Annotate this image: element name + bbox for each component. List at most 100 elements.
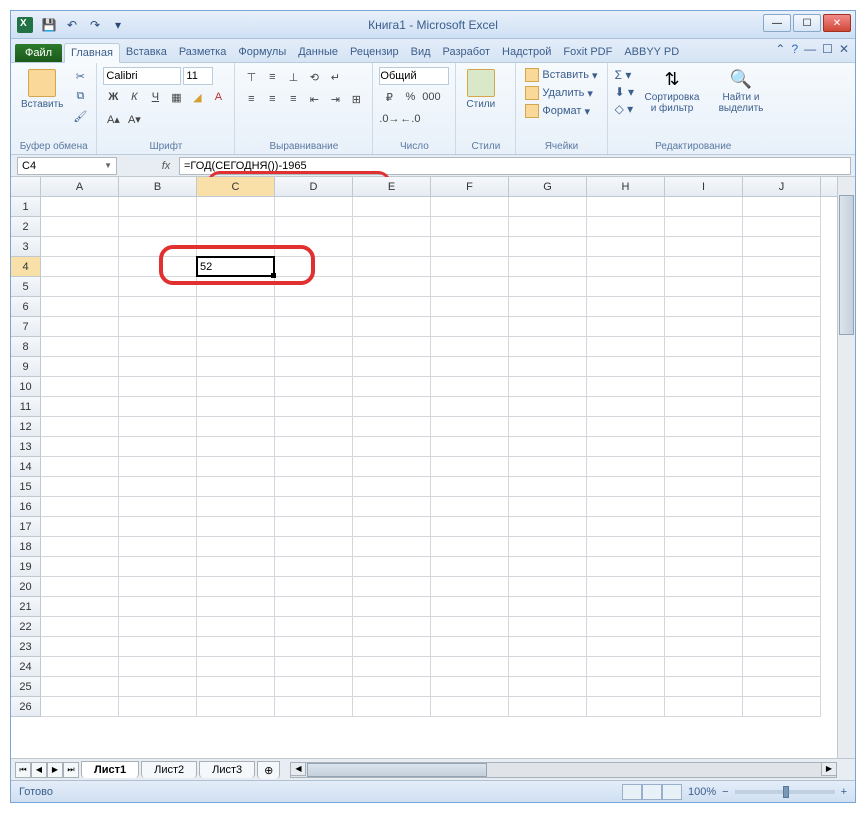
cell-I26[interactable]: [665, 697, 743, 717]
cell-I5[interactable]: [665, 277, 743, 297]
cell-G14[interactable]: [509, 457, 587, 477]
close-button[interactable]: ✕: [823, 14, 851, 32]
zoom-out-button[interactable]: −: [722, 786, 728, 798]
cell-C17[interactable]: [197, 517, 275, 537]
cell-I9[interactable]: [665, 357, 743, 377]
cell-I3[interactable]: [665, 237, 743, 257]
cell-D7[interactable]: [275, 317, 353, 337]
cell-E9[interactable]: [353, 357, 431, 377]
cell-I10[interactable]: [665, 377, 743, 397]
row-header-23[interactable]: 23: [11, 637, 41, 657]
cell-B17[interactable]: [119, 517, 197, 537]
clear-button[interactable]: ◇ ▾: [614, 101, 635, 117]
cell-J5[interactable]: [743, 277, 821, 297]
cell-B11[interactable]: [119, 397, 197, 417]
cell-E13[interactable]: [353, 437, 431, 457]
cell-A19[interactable]: [41, 557, 119, 577]
cell-D26[interactable]: [275, 697, 353, 717]
cell-A3[interactable]: [41, 237, 119, 257]
orientation-button[interactable]: ⟲: [304, 67, 324, 87]
row-header-14[interactable]: 14: [11, 457, 41, 477]
cell-G7[interactable]: [509, 317, 587, 337]
cell-J22[interactable]: [743, 617, 821, 637]
cell-J2[interactable]: [743, 217, 821, 237]
cell-E25[interactable]: [353, 677, 431, 697]
column-header-B[interactable]: B: [119, 177, 197, 196]
underline-button[interactable]: Ч: [145, 87, 165, 107]
row-header-26[interactable]: 26: [11, 697, 41, 717]
undo-button[interactable]: ↶: [62, 15, 82, 35]
doc-restore-icon[interactable]: ☐: [822, 42, 833, 56]
horizontal-scrollbar[interactable]: ◀ ▶: [290, 762, 837, 778]
cell-D22[interactable]: [275, 617, 353, 637]
row-header-13[interactable]: 13: [11, 437, 41, 457]
tab-разработ[interactable]: Разработ: [437, 43, 496, 62]
row-header-15[interactable]: 15: [11, 477, 41, 497]
cell-A5[interactable]: [41, 277, 119, 297]
cell-D14[interactable]: [275, 457, 353, 477]
cell-E11[interactable]: [353, 397, 431, 417]
cell-B1[interactable]: [119, 197, 197, 217]
autosum-button[interactable]: Σ ▾: [614, 67, 635, 83]
hscroll-right[interactable]: ▶: [821, 762, 837, 776]
cell-D11[interactable]: [275, 397, 353, 417]
cell-G19[interactable]: [509, 557, 587, 577]
cell-E21[interactable]: [353, 597, 431, 617]
row-header-11[interactable]: 11: [11, 397, 41, 417]
cell-H4[interactable]: [587, 257, 665, 277]
cell-C10[interactable]: [197, 377, 275, 397]
cell-H1[interactable]: [587, 197, 665, 217]
column-header-H[interactable]: H: [587, 177, 665, 196]
cell-G16[interactable]: [509, 497, 587, 517]
next-sheet-button[interactable]: ▶: [47, 762, 63, 778]
row-header-16[interactable]: 16: [11, 497, 41, 517]
cell-B26[interactable]: [119, 697, 197, 717]
font-size-input[interactable]: [183, 67, 213, 85]
zoom-level[interactable]: 100%: [688, 786, 716, 798]
cell-F24[interactable]: [431, 657, 509, 677]
cell-A16[interactable]: [41, 497, 119, 517]
row-header-2[interactable]: 2: [11, 217, 41, 237]
fill-button[interactable]: ⬇ ▾: [614, 84, 635, 100]
cell-D4[interactable]: [275, 257, 353, 277]
wrap-text-button[interactable]: ↵: [325, 67, 345, 87]
cell-A23[interactable]: [41, 637, 119, 657]
cell-D15[interactable]: [275, 477, 353, 497]
cell-A22[interactable]: [41, 617, 119, 637]
cell-C15[interactable]: [197, 477, 275, 497]
cell-D19[interactable]: [275, 557, 353, 577]
cell-E8[interactable]: [353, 337, 431, 357]
cell-F23[interactable]: [431, 637, 509, 657]
save-button[interactable]: 💾: [39, 15, 59, 35]
cell-C4[interactable]: 52: [197, 257, 275, 277]
cell-E16[interactable]: [353, 497, 431, 517]
cell-A14[interactable]: [41, 457, 119, 477]
cell-G17[interactable]: [509, 517, 587, 537]
cell-A17[interactable]: [41, 517, 119, 537]
cell-D16[interactable]: [275, 497, 353, 517]
cell-A15[interactable]: [41, 477, 119, 497]
cell-H18[interactable]: [587, 537, 665, 557]
cell-C14[interactable]: [197, 457, 275, 477]
row-header-6[interactable]: 6: [11, 297, 41, 317]
cell-C24[interactable]: [197, 657, 275, 677]
cell-C12[interactable]: [197, 417, 275, 437]
sheet-tab-Лист3[interactable]: Лист3: [199, 761, 255, 778]
cell-C23[interactable]: [197, 637, 275, 657]
comma-button[interactable]: 000: [421, 87, 441, 107]
cell-H8[interactable]: [587, 337, 665, 357]
cell-C7[interactable]: [197, 317, 275, 337]
tab-данные[interactable]: Данные: [292, 43, 344, 62]
cell-I16[interactable]: [665, 497, 743, 517]
cell-E15[interactable]: [353, 477, 431, 497]
cell-B16[interactable]: [119, 497, 197, 517]
cell-B14[interactable]: [119, 457, 197, 477]
cell-H16[interactable]: [587, 497, 665, 517]
cell-H7[interactable]: [587, 317, 665, 337]
cell-J16[interactable]: [743, 497, 821, 517]
cell-H3[interactable]: [587, 237, 665, 257]
column-header-D[interactable]: D: [275, 177, 353, 196]
cell-D21[interactable]: [275, 597, 353, 617]
cell-D20[interactable]: [275, 577, 353, 597]
cell-G15[interactable]: [509, 477, 587, 497]
